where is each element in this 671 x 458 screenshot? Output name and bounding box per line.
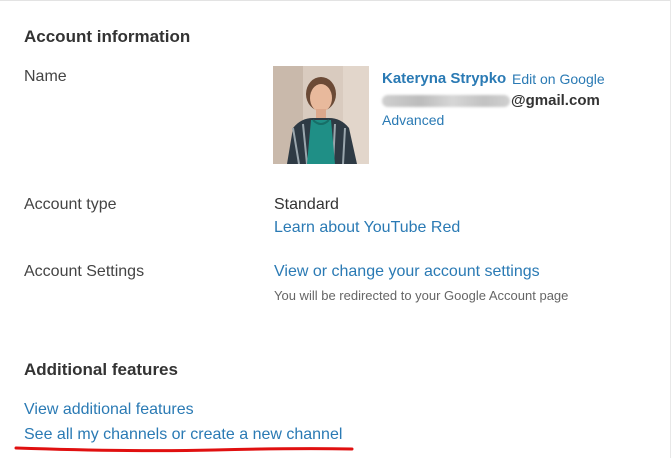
email-suffix: @gmail.com [511,92,600,109]
user-avatar-photo-icon [273,66,369,164]
account-information-heading: Account information [24,27,191,46]
name-label: Name [24,68,67,85]
red-underline-annotation [14,446,354,453]
email-redacted-blur [382,94,510,107]
view-account-settings-link[interactable]: View or change your account settings [274,263,540,281]
user-name[interactable]: Kateryna Strypko [382,70,506,87]
top-divider [0,0,671,1]
account-type-value: Standard [274,196,339,213]
learn-youtube-red-link[interactable]: Learn about YouTube Red [274,219,460,237]
email-address: @gmail.com [382,92,600,109]
additional-features-heading: Additional features [24,360,178,379]
view-additional-features-link[interactable]: View additional features [24,401,194,419]
redirect-hint: You will be redirected to your Google Ac… [274,288,569,303]
account-type-label: Account type [24,196,117,213]
avatar [273,66,369,164]
account-settings-label: Account Settings [24,263,145,280]
channels-link[interactable]: See all my channels or create a new chan… [24,426,342,444]
advanced-link[interactable]: Advanced [382,112,444,128]
edit-on-google-link[interactable]: Edit on Google [512,71,605,87]
